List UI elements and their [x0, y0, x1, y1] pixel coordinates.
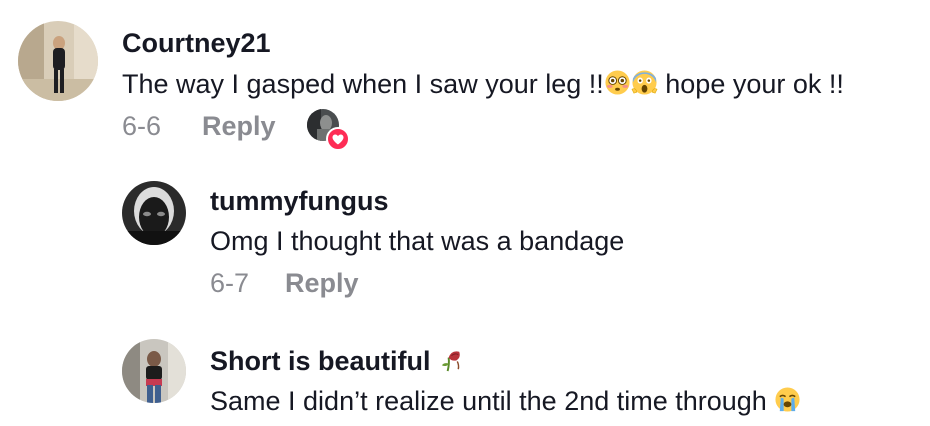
comment-username[interactable]: Courtney21	[122, 30, 271, 57]
flushed-face-emoji	[604, 69, 631, 101]
comment-date: 6-7	[210, 268, 250, 298]
avatar-courtney21[interactable]	[18, 21, 98, 101]
avatar-tummyfungus[interactable]	[122, 181, 186, 245]
wilted-rose-emoji	[438, 346, 465, 378]
heart-icon	[326, 127, 350, 151]
comment-text: Omg I thought that was a bandage	[210, 226, 625, 256]
reply-button[interactable]: Reply	[202, 113, 276, 140]
avatar-short-is-beautiful[interactable]	[122, 339, 186, 403]
screaming-face-emoji	[631, 69, 658, 101]
comment-username[interactable]: Short is beautiful	[210, 346, 465, 378]
comment-text-part: hope your ok !!	[657, 69, 844, 99]
reply-button[interactable]: Reply	[285, 270, 359, 297]
comment-username-text: Short is beautiful	[210, 346, 431, 376]
comment-text: Same I didn’t realize until the 2nd time…	[210, 386, 801, 418]
comment-date: 6-6	[122, 111, 162, 141]
creator-liked-indicator	[307, 109, 350, 151]
loudly-crying-face-emoji	[774, 386, 801, 418]
comment-text-part: The way I gasped when I saw your leg !!	[122, 69, 604, 99]
comment-text-part: Same I didn’t realize until the 2nd time…	[210, 386, 767, 416]
comment-text: The way I gasped when I saw your leg !! …	[122, 69, 844, 101]
comment-username[interactable]: tummyfungus	[210, 188, 389, 215]
